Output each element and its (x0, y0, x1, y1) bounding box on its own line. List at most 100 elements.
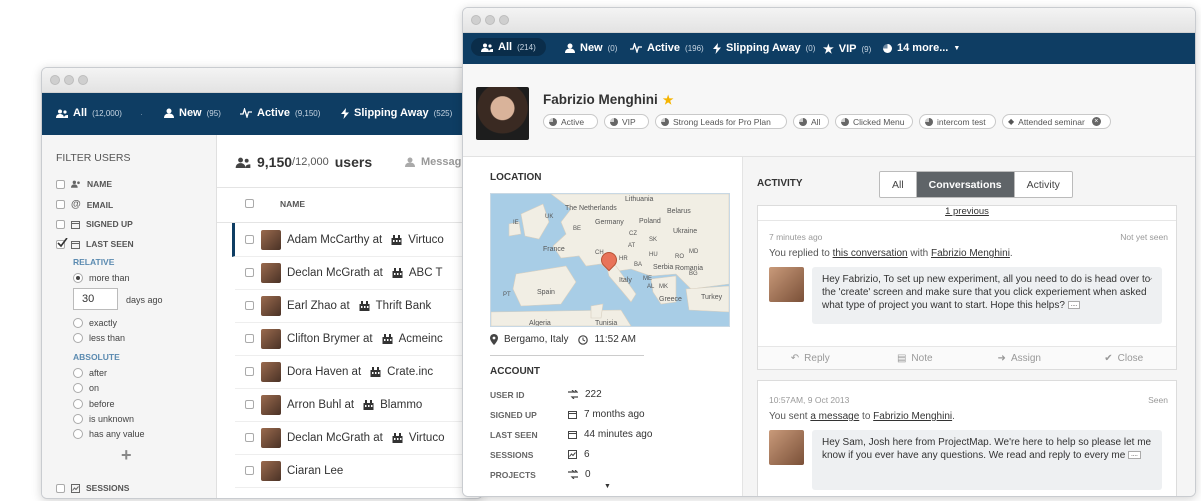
row-checkbox[interactable] (245, 268, 254, 277)
table-row[interactable]: Declan McGrath at Virtuco (235, 421, 482, 455)
assign-button[interactable]: ➜ Assign (967, 347, 1072, 369)
tag-chip[interactable]: All (793, 114, 829, 129)
bolt-icon (713, 42, 721, 54)
tag-chip[interactable]: Clicked Menu (835, 114, 913, 129)
nav-more-dropdown[interactable]: 14 more... ▼ (883, 42, 960, 54)
tag-chip[interactable]: Active (543, 114, 598, 129)
absolute-heading: ABSOLUTE (73, 352, 120, 362)
user-avatar (261, 229, 281, 250)
account-value: 222 (568, 389, 602, 400)
nav-label: All (498, 41, 513, 53)
expand-button[interactable]: .... (1067, 301, 1081, 310)
window-minimize-dot[interactable] (485, 15, 495, 25)
note-button[interactable]: ▤ Note (863, 347, 968, 369)
nav-new[interactable]: New (0) (565, 42, 617, 54)
tag-chip[interactable]: intercom test (919, 114, 996, 129)
window-zoom-dot[interactable] (78, 75, 88, 85)
nav-all[interactable]: All (12,000) (56, 107, 122, 119)
row-checkbox[interactable] (245, 433, 254, 442)
filter-sessions[interactable]: SESSIONS (56, 483, 129, 493)
tab-all[interactable]: All (880, 172, 917, 197)
remove-tag-icon[interactable]: × (1091, 117, 1101, 126)
row-checkbox[interactable] (245, 400, 254, 409)
expand-button[interactable]: .... (1128, 451, 1141, 460)
person-link[interactable]: Fabrizio Menghini (873, 411, 952, 422)
location-map[interactable]: Lithuania Belarus The Netherlands Poland UK I… (490, 193, 730, 327)
radio-button[interactable] (73, 333, 83, 343)
filter-name[interactable]: NAME (56, 179, 112, 189)
radio-more-than[interactable]: more than (73, 273, 130, 283)
radio-on[interactable]: on (73, 383, 99, 393)
table-row[interactable]: Dora Haven at Crate.inc (235, 355, 482, 389)
radio-button[interactable] (73, 429, 83, 439)
radio-button[interactable] (73, 383, 83, 393)
row-checkbox[interactable] (245, 235, 254, 244)
chart-icon (568, 450, 577, 459)
radio-after[interactable]: after (73, 368, 107, 378)
account-label: LAST SEEN (490, 430, 538, 440)
window-minimize-dot[interactable] (64, 75, 74, 85)
nav-active[interactable]: Active (9,150) (240, 107, 320, 119)
filter-checkbox[interactable] (56, 483, 65, 493)
window-zoom-dot[interactable] (499, 15, 509, 25)
nav-slipping-away[interactable]: Slipping Away (525) (341, 107, 452, 119)
row-checkbox[interactable] (245, 301, 254, 310)
radio-before[interactable]: before (73, 399, 115, 409)
row-checkbox[interactable] (245, 334, 254, 343)
calendar-icon (568, 430, 577, 439)
filter-checkbox[interactable] (56, 200, 65, 209)
nav-active[interactable]: Active (196) (630, 42, 704, 54)
nav-vip[interactable]: ★ VIP (9) (823, 42, 871, 56)
days-input[interactable]: 30 (73, 288, 118, 310)
tab-conversations[interactable]: Conversations (916, 172, 1015, 197)
author-avatar (769, 267, 804, 302)
filter-last-seen[interactable]: LAST SEEN (56, 237, 134, 249)
previous-link[interactable]: 1 previous (758, 206, 1176, 221)
window-close-dot[interactable] (50, 75, 60, 85)
radio-has-any-value[interactable]: has any value (73, 429, 145, 439)
close-button[interactable]: ✔ Close (1072, 347, 1177, 369)
filter-signed-up[interactable]: SIGNED UP (56, 219, 133, 229)
table-row[interactable]: Arron Buhl at Blammo (235, 388, 482, 422)
table-row[interactable]: Ciaran Lee (235, 454, 482, 488)
user-icon (164, 108, 174, 118)
filter-checkbox[interactable] (56, 219, 65, 229)
select-all-checkbox[interactable] (245, 199, 254, 208)
message-button[interactable]: Messag (405, 156, 461, 168)
message-link[interactable]: a message (810, 411, 859, 422)
filter-checkbox[interactable] (56, 179, 65, 189)
row-checkbox[interactable] (245, 367, 254, 376)
row-checkbox[interactable] (245, 466, 254, 475)
radio-label: before (89, 399, 115, 409)
radio-is-unknown[interactable]: is unknown (73, 414, 134, 424)
filter-checkbox-checked[interactable] (56, 237, 68, 249)
tag-chip[interactable]: ◆ Attended seminar × (1002, 114, 1111, 129)
table-row[interactable]: Declan McGrath at ABC T (235, 256, 482, 290)
users-icon (481, 43, 493, 52)
radio-button[interactable] (73, 399, 83, 409)
window-close-dot[interactable] (471, 15, 481, 25)
nav-slipping-away[interactable]: Slipping Away (0) (713, 42, 815, 54)
table-row[interactable]: Adam McCarthy at Virtuco (232, 223, 482, 257)
radio-less-than[interactable]: less than (73, 333, 125, 343)
tab-activity[interactable]: Activity (1014, 172, 1072, 197)
person-link[interactable]: Fabrizio Menghini (931, 248, 1010, 259)
nav-new[interactable]: New (95) (164, 107, 221, 119)
tag-chip[interactable]: Strong Leads for Pro Plan (655, 114, 787, 129)
nav-all[interactable]: All (214) (471, 38, 546, 56)
table-row[interactable]: Earl Zhao at Thrift Bank (235, 289, 482, 323)
radio-exactly[interactable]: exactly (73, 318, 117, 328)
radio-button[interactable] (73, 318, 83, 328)
chevron-down-icon[interactable]: ⌄ (1146, 271, 1154, 284)
add-filter-button[interactable]: + (121, 445, 132, 466)
tag-chip[interactable]: VIP (604, 114, 649, 129)
chevron-down-icon: ▼ (953, 44, 961, 52)
radio-button[interactable] (73, 368, 83, 378)
radio-button[interactable] (73, 273, 83, 283)
radio-button[interactable] (73, 414, 83, 424)
filter-email[interactable]: @ EMAIL (56, 199, 113, 210)
reply-button[interactable]: ↶ Reply (758, 347, 863, 369)
conversation-link[interactable]: this conversation (833, 248, 908, 259)
table-row[interactable]: Clifton Brymer at Acmeinc (235, 322, 482, 356)
chevron-down-icon[interactable]: ▼ (604, 483, 611, 490)
